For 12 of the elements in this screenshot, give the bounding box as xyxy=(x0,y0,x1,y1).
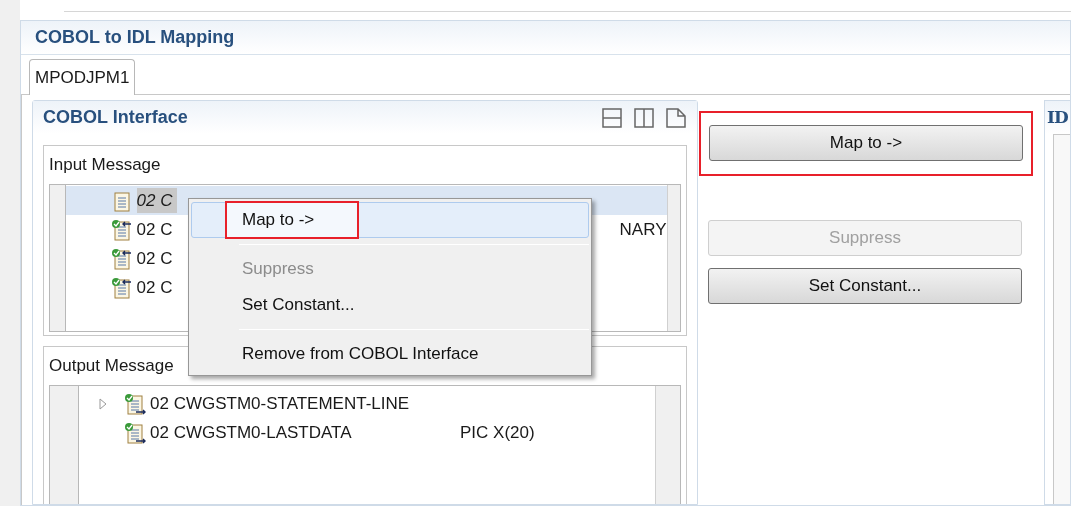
row-label: 02 C xyxy=(136,247,174,270)
row-type: PIC X(20) xyxy=(460,421,535,444)
panel-title: ID xyxy=(1047,105,1068,129)
editor-title: COBOL to IDL Mapping xyxy=(35,26,235,49)
row-type: NARY xyxy=(619,218,667,241)
row-label: 02 C xyxy=(136,187,177,214)
highlight-frame: Map to -> xyxy=(225,201,359,239)
row-label: 02 C xyxy=(136,218,174,241)
group-title: Input Message xyxy=(49,154,161,176)
row-label: 02 C xyxy=(136,276,174,299)
panel-title: COBOL Interface xyxy=(43,106,188,129)
group-title: Output Message xyxy=(49,355,174,377)
